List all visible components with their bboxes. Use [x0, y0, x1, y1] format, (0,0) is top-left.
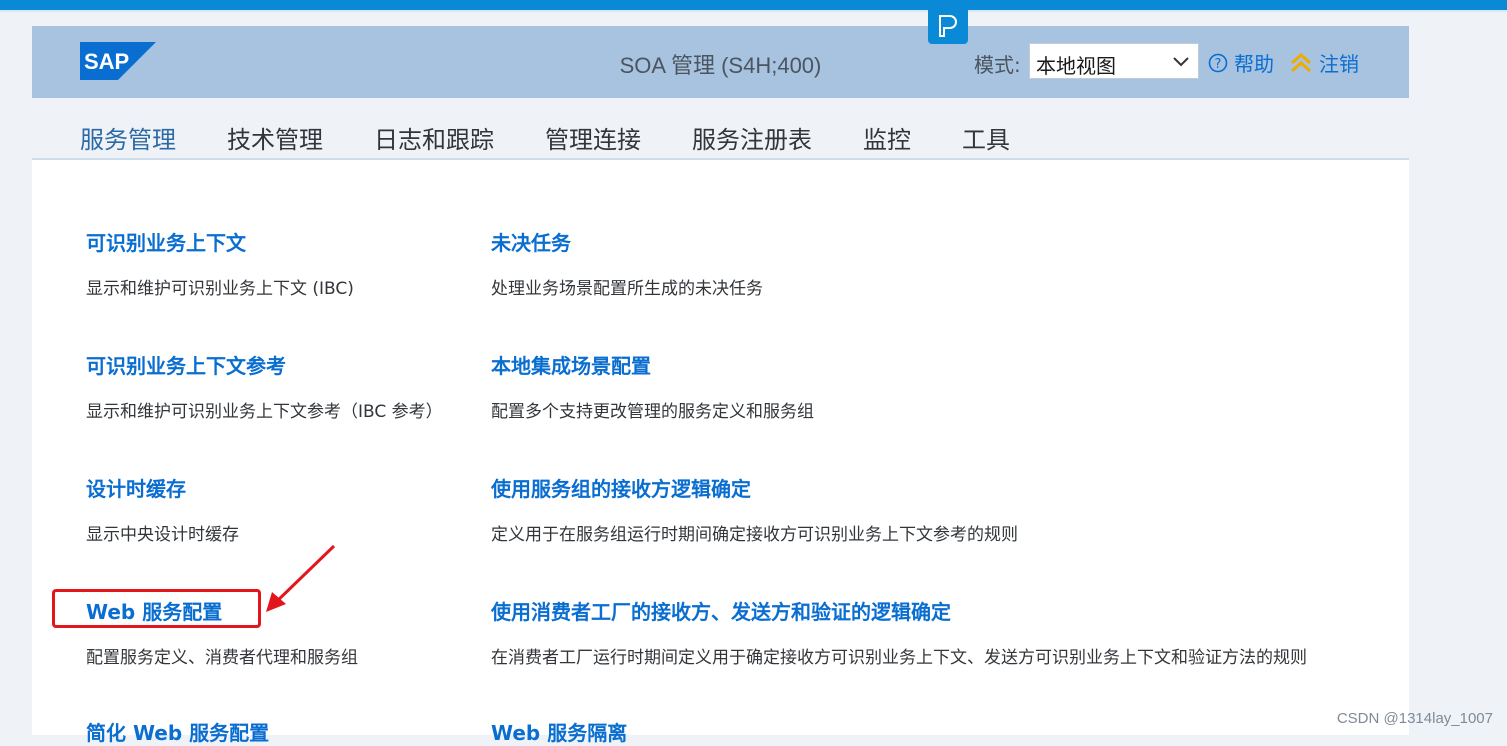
item-link[interactable]: 可识别业务上下文参考 — [86, 350, 286, 379]
list-item: 设计时缓存 显示中央设计时缓存 — [86, 473, 239, 545]
shell-header: SAP SOA 管理 (S4H;400) 模式: 本地视图 ? 帮助 注销 — [32, 26, 1409, 98]
mode-select[interactable]: 本地视图 — [1029, 43, 1199, 79]
page-title: SOA 管理 (S4H;400) — [619, 53, 822, 78]
item-link[interactable]: 可识别业务上下文 — [86, 227, 246, 256]
tab-logs-traces[interactable]: 日志和跟踪 — [374, 120, 494, 155]
list-item: 简化 Web 服务配置 — [86, 717, 269, 746]
item-link[interactable]: Web 服务隔离 — [491, 717, 627, 746]
item-link[interactable]: 使用消费者工厂的接收方、发送方和验证的逻辑确定 — [491, 596, 951, 625]
list-item: 未决任务 处理业务场景配置所生成的未决任务 — [491, 227, 763, 299]
annotation-highlight-box — [52, 589, 261, 628]
help-label: 帮助 — [1234, 52, 1274, 76]
list-item: 使用消费者工厂的接收方、发送方和验证的逻辑确定 在消费者工厂运行时期间定义用于确… — [491, 596, 1307, 668]
list-item: Web 服务隔离 — [491, 717, 627, 746]
tab-service-management[interactable]: 服务管理 — [80, 120, 176, 165]
list-item: 使用服务组的接收方逻辑确定 定义用于在服务组运行时期间确定接收方可识别业务上下文… — [491, 473, 1018, 545]
item-description: 显示中央设计时缓存 — [86, 525, 239, 545]
help-icon: ? — [1208, 53, 1228, 72]
item-description: 处理业务场景配置所生成的未决任务 — [491, 279, 763, 299]
tab-tools[interactable]: 工具 — [962, 120, 1010, 155]
svg-text:?: ? — [1215, 57, 1222, 72]
chevron-down-icon — [1173, 57, 1189, 67]
tab-monitoring[interactable]: 监控 — [863, 120, 911, 155]
item-description: 显示和维护可识别业务上下文 (IBC) — [86, 279, 354, 299]
pin-icon — [939, 15, 957, 37]
logout-link[interactable]: 注销 — [1289, 48, 1359, 77]
item-link[interactable]: 未决任务 — [491, 227, 571, 256]
pin-toggle-button[interactable] — [928, 8, 968, 44]
annotation-arrow — [266, 544, 336, 612]
item-description: 配置服务定义、消费者代理和服务组 — [86, 648, 358, 668]
item-link[interactable]: 使用服务组的接收方逻辑确定 — [491, 473, 751, 502]
item-link[interactable]: 本地集成场景配置 — [491, 350, 651, 379]
list-item: 可识别业务上下文参考 显示和维护可识别业务上下文参考（IBC 参考） — [86, 350, 443, 422]
main-content: 可识别业务上下文 显示和维护可识别业务上下文 (IBC) 可识别业务上下文参考 … — [32, 160, 1409, 745]
item-description: 配置多个支持更改管理的服务定义和服务组 — [491, 402, 814, 422]
tab-service-registry[interactable]: 服务注册表 — [692, 120, 812, 155]
top-accent-line — [0, 10, 1507, 12]
tab-technical-management[interactable]: 技术管理 — [227, 120, 323, 155]
logout-label: 注销 — [1319, 52, 1359, 76]
item-link[interactable]: 设计时缓存 — [86, 473, 186, 502]
tab-bar: 服务管理 技术管理 日志和跟踪 管理连接 服务注册表 监控 工具 — [32, 98, 1409, 165]
mode-select-value: 本地视图 — [1036, 54, 1116, 78]
top-accent-strip — [0, 0, 1507, 10]
logout-icon — [1291, 52, 1311, 72]
item-link[interactable]: 简化 Web 服务配置 — [86, 717, 269, 746]
tab-manage-connections[interactable]: 管理连接 — [545, 120, 641, 155]
help-link[interactable]: ? 帮助 — [1208, 48, 1274, 77]
list-item: 可识别业务上下文 显示和维护可识别业务上下文 (IBC) — [86, 227, 354, 299]
watermark: CSDN @1314lay_1007 — [1336, 710, 1493, 727]
mode-label: 模式: — [974, 53, 1021, 77]
list-item: 本地集成场景配置 配置多个支持更改管理的服务定义和服务组 — [491, 350, 814, 422]
item-description: 显示和维护可识别业务上下文参考（IBC 参考） — [86, 402, 443, 422]
item-description: 在消费者工厂运行时期间定义用于确定接收方可识别业务上下文、发送方可识别业务上下文… — [491, 648, 1307, 668]
item-description: 定义用于在服务组运行时期间确定接收方可识别业务上下文参考的规则 — [491, 525, 1018, 545]
